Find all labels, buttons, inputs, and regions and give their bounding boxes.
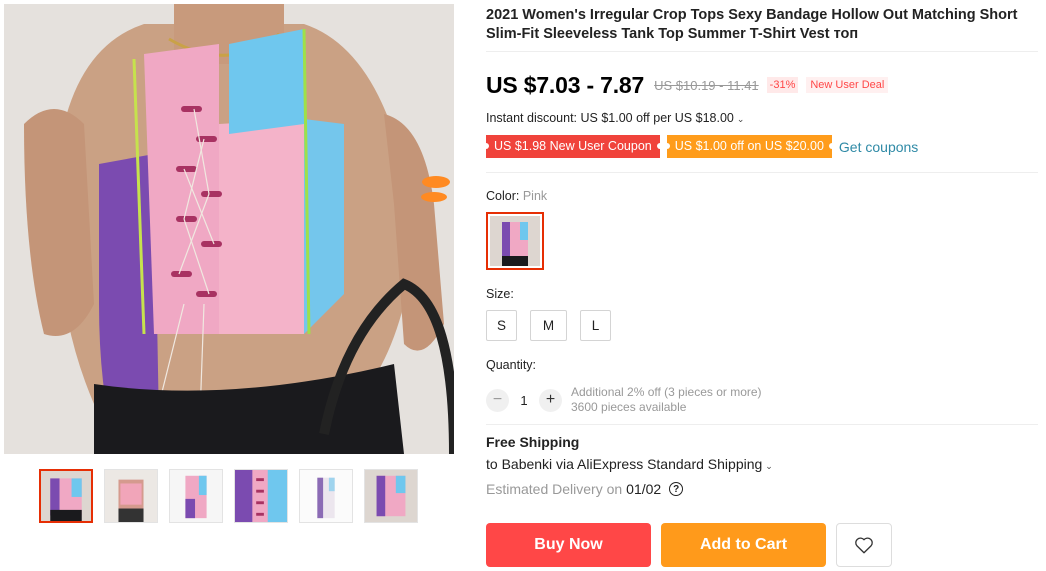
bulk-discount-text: Additional 2% off (3 pieces or more) <box>571 385 762 399</box>
size-option-l[interactable]: L <box>580 310 611 341</box>
shipping-destination-text: to Babenki via AliExpress Standard Shipp… <box>486 456 763 472</box>
size-option-m[interactable]: M <box>530 310 567 341</box>
product-photo <box>4 4 454 454</box>
instant-discount[interactable]: Instant discount: US $1.00 off per US $1… <box>486 111 744 125</box>
color-label: Color: Pink <box>486 189 547 203</box>
thumbnail-4[interactable] <box>234 469 288 523</box>
quantity-stepper: − 1 + Additional 2% off (3 pieces or mor… <box>486 385 762 415</box>
stock-available-text: 3600 pieces available <box>571 400 687 414</box>
estimated-delivery: Estimated Delivery on 01/02 ? <box>486 481 684 497</box>
help-icon[interactable]: ? <box>669 482 684 496</box>
color-label-text: Color: <box>486 189 520 203</box>
new-user-deal-badge: New User Deal <box>806 77 889 93</box>
coupon-row: US $1.98 New User Coupon US $1.00 off on… <box>483 135 918 158</box>
wishlist-button[interactable] <box>836 523 892 567</box>
thumbnail-2[interactable] <box>104 469 158 523</box>
size-options: S M L <box>486 310 611 341</box>
current-price: US $7.03 - 7.87 <box>486 71 645 98</box>
quantity-decrease-button[interactable]: − <box>486 388 509 412</box>
thumbnail-1[interactable] <box>39 469 93 523</box>
store-coupon[interactable]: US $1.00 off on US $20.00 <box>663 135 836 158</box>
instant-discount-text: Instant discount: US $1.00 off per US $1… <box>486 111 734 125</box>
quantity-label: Quantity: <box>486 358 537 372</box>
purchase-actions: Buy Now Add to Cart <box>486 523 892 567</box>
heart-icon <box>855 537 873 554</box>
product-main-image[interactable] <box>4 4 454 454</box>
thumbnail-5[interactable] <box>299 469 353 523</box>
divider <box>486 424 1038 425</box>
original-price: US $10.19 - 11.41 <box>654 77 759 93</box>
divider <box>486 51 1038 52</box>
price-row: US $7.03 - 7.87 US $10.19 - 11.41 -31% N… <box>486 69 889 101</box>
estimated-delivery-label: Estimated Delivery on <box>486 481 623 497</box>
color-option-pink[interactable] <box>486 212 544 270</box>
size-option-s[interactable]: S <box>486 310 517 341</box>
free-shipping-title: Free Shipping <box>486 434 580 450</box>
estimated-delivery-date: 01/02 <box>626 481 662 497</box>
discount-badge: -31% <box>766 77 799 93</box>
divider <box>486 172 1038 173</box>
chevron-down-icon: ⌄ <box>736 114 745 124</box>
quantity-increase-button[interactable]: + <box>539 388 562 412</box>
chevron-down-icon: ⌄ <box>765 461 773 471</box>
thumbnail-3[interactable] <box>169 469 223 523</box>
color-swatch-image <box>490 216 540 266</box>
shipping-destination[interactable]: to Babenki via AliExpress Standard Shipp… <box>486 456 773 472</box>
thumbnail-6[interactable] <box>364 469 418 523</box>
quantity-info: Additional 2% off (3 pieces or more) 360… <box>571 385 762 415</box>
product-title: 2021 Women's Irregular Crop Tops Sexy Ba… <box>486 7 1018 42</box>
new-user-coupon[interactable]: US $1.98 New User Coupon <box>483 135 663 158</box>
buy-now-button[interactable]: Buy Now <box>486 523 651 567</box>
get-coupons-link[interactable]: Get coupons <box>839 139 918 155</box>
color-value: Pink <box>522 189 548 203</box>
add-to-cart-button[interactable]: Add to Cart <box>661 523 826 567</box>
quantity-value[interactable]: 1 <box>509 393 539 408</box>
size-label: Size: <box>486 287 514 301</box>
